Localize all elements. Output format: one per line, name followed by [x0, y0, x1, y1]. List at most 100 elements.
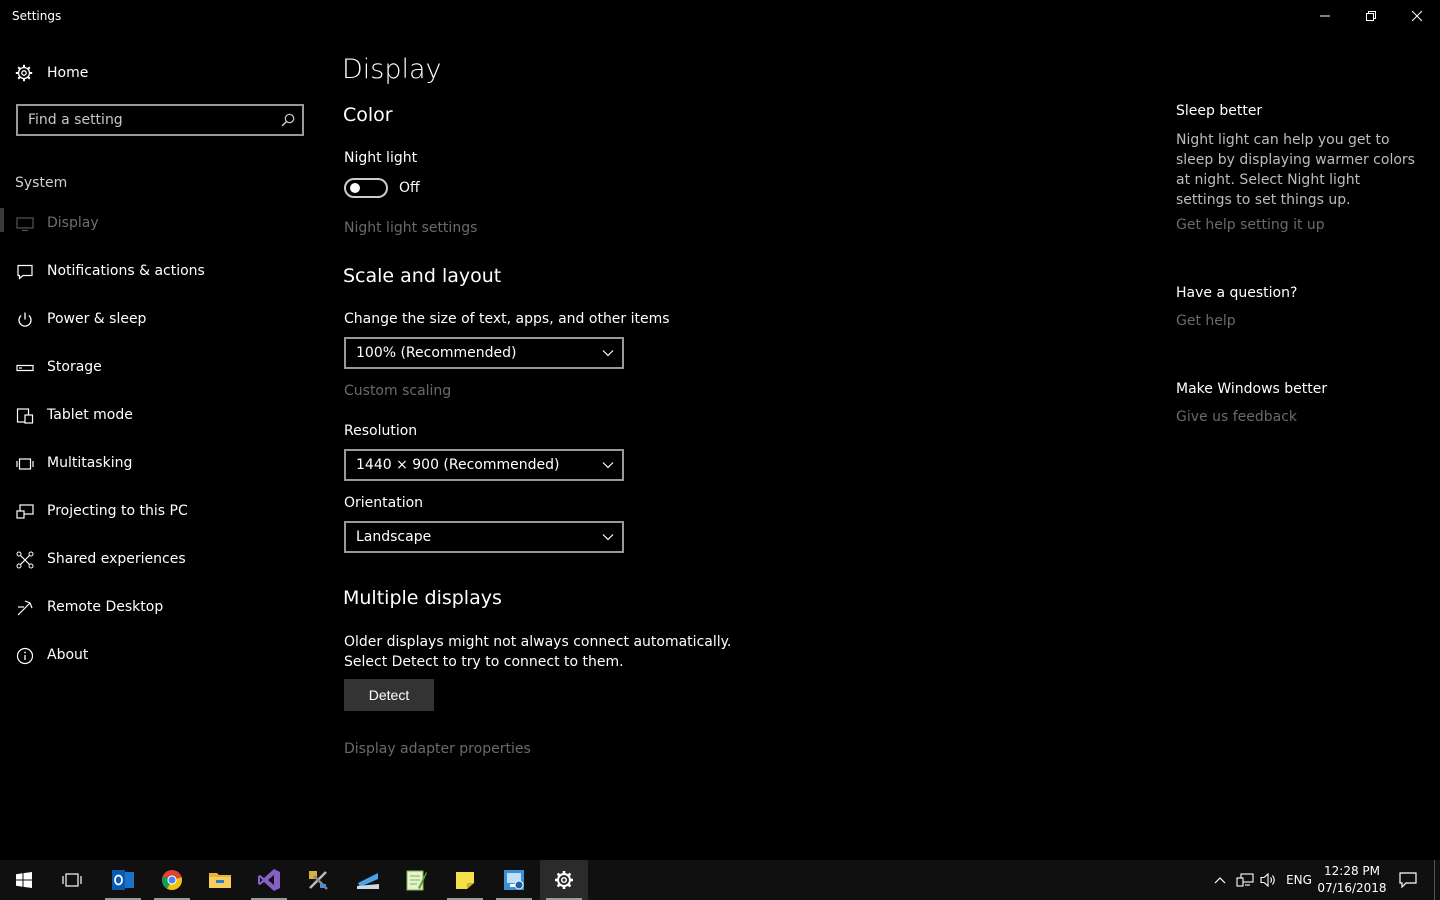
taskbar: ENG 12:28 PM 07/16/2018	[0, 860, 1440, 900]
task-view-button[interactable]	[48, 860, 96, 900]
give-feedback-link[interactable]: Give us feedback	[1176, 409, 1297, 425]
visual-studio-icon	[258, 869, 280, 891]
remote-icon	[17, 600, 33, 616]
network-icon	[1236, 873, 1254, 887]
sleep-better-text: Night light can help you get to sleep by…	[1176, 132, 1415, 208]
show-hidden-icons-button[interactable]	[1208, 860, 1232, 900]
section-label-system: System	[15, 175, 68, 191]
sticky-notes-icon	[456, 872, 474, 889]
deploy-taskbar-button[interactable]	[344, 860, 392, 900]
storage-icon	[16, 364, 34, 372]
language-tray-button[interactable]: ENG	[1283, 860, 1315, 900]
search-box[interactable]	[16, 104, 304, 136]
chevron-down-icon	[602, 534, 614, 541]
sidebar-item-label: Tablet mode	[47, 407, 133, 423]
home-label: Home	[47, 65, 89, 81]
sidebar-item-label: Power & sleep	[47, 311, 147, 327]
notepad-plus-icon	[406, 870, 427, 891]
sidebar-item-label: Multitasking	[47, 455, 133, 471]
sidebar-item-storage[interactable]: Storage	[0, 348, 320, 388]
main-content: Display Color Night light Off Night ligh…	[342, 32, 1142, 860]
window-title: Settings	[12, 9, 62, 23]
get-help-setting-link[interactable]: Get help setting it up	[1176, 217, 1325, 233]
clock[interactable]: 12:28 PM 07/16/2018	[1316, 863, 1388, 897]
chrome-taskbar-button[interactable]	[148, 860, 196, 900]
sticky-notes-taskbar-button[interactable]	[441, 860, 489, 900]
get-help-link[interactable]: Get help	[1176, 313, 1236, 329]
close-icon	[1411, 10, 1423, 22]
close-button[interactable]	[1394, 0, 1440, 32]
start-icon	[16, 872, 32, 888]
notepad-plus-taskbar-button[interactable]	[392, 860, 440, 900]
sidebar-item-projecting[interactable]: Projecting to this PC	[0, 492, 320, 532]
night-light-toggle[interactable]	[344, 178, 388, 198]
search-input[interactable]	[18, 106, 268, 134]
multiple-displays-description: Older displays might not always connect …	[344, 634, 732, 670]
sidebar-item-label: Remote Desktop	[47, 599, 164, 615]
display-adapter-link[interactable]: Display adapter properties	[344, 741, 531, 757]
chrome-icon	[161, 870, 182, 891]
home-link[interactable]: Home	[15, 62, 88, 84]
action-center-button[interactable]	[1394, 860, 1422, 900]
sidebar-item-display[interactable]: Display	[0, 204, 320, 244]
sidebar-item-power-sleep[interactable]: Power & sleep	[0, 300, 320, 340]
custom-scaling-link[interactable]: Custom scaling	[344, 383, 451, 399]
sidebar-item-label: Projecting to this PC	[47, 503, 188, 519]
network-app-icon	[504, 870, 524, 890]
show-desktop-button[interactable]	[1434, 860, 1440, 900]
file-explorer-taskbar-button[interactable]	[196, 860, 244, 900]
action-center-icon	[1399, 872, 1417, 888]
start-button[interactable]	[0, 860, 48, 900]
monitor-icon	[16, 217, 34, 232]
restore-button[interactable]	[1348, 0, 1394, 32]
tools-taskbar-button[interactable]	[294, 860, 342, 900]
chevron-down-icon	[602, 350, 614, 357]
share-icon	[16, 551, 34, 569]
multitask-icon	[16, 458, 34, 470]
orientation-dropdown[interactable]: Landscape	[344, 521, 624, 553]
minimize-icon	[1320, 15, 1330, 17]
message-icon	[17, 264, 33, 280]
orientation-value: Landscape	[356, 529, 432, 545]
outlook-taskbar-button[interactable]	[99, 860, 147, 900]
network-app-taskbar-button[interactable]	[490, 860, 538, 900]
night-light-settings-link[interactable]: Night light settings	[344, 220, 477, 236]
deploy-icon	[357, 873, 379, 889]
sidebar-item-multitasking[interactable]: Multitasking	[0, 444, 320, 484]
sidebar-item-shared-experiences[interactable]: Shared experiences	[0, 540, 320, 580]
resolution-dropdown[interactable]: 1440 × 900 (Recommended)	[344, 449, 624, 481]
scale-dropdown[interactable]: 100% (Recommended)	[344, 337, 624, 369]
feedback-heading: Make Windows better	[1176, 381, 1328, 397]
sidebar-item-label: Display	[47, 215, 99, 231]
toggle-state: Off	[399, 180, 420, 196]
color-heading: Color	[343, 104, 393, 126]
sidebar-item-remote-desktop[interactable]: Remote Desktop	[0, 588, 320, 628]
volume-icon	[1260, 872, 1275, 888]
sidebar-item-label: Shared experiences	[47, 551, 186, 567]
multiple-displays-heading: Multiple displays	[343, 587, 502, 609]
clock-date: 07/16/2018	[1317, 881, 1387, 895]
chevron-down-icon	[602, 462, 614, 469]
settings-taskbar-button[interactable]	[540, 860, 588, 900]
volume-tray-button[interactable]	[1257, 860, 1281, 900]
visual-studio-taskbar-button[interactable]	[245, 860, 293, 900]
resolution-value: 1440 × 900 (Recommended)	[356, 457, 560, 473]
sleep-better-heading: Sleep better	[1176, 103, 1263, 119]
detect-button[interactable]: Detect	[344, 679, 434, 711]
search-icon[interactable]	[281, 113, 295, 127]
clock-time: 12:28 PM	[1324, 864, 1380, 878]
minimize-button[interactable]	[1302, 0, 1348, 32]
sidebar-item-label: About	[47, 647, 89, 663]
sidebar-item-tablet-mode[interactable]: Tablet mode	[0, 396, 320, 436]
sidebar-item-about[interactable]: About	[0, 636, 320, 676]
sidebar-item-notifications[interactable]: Notifications & actions	[0, 252, 320, 292]
gear-icon	[15, 64, 33, 82]
network-tray-button[interactable]	[1233, 860, 1257, 900]
title-bar: Settings	[0, 0, 1440, 32]
info-icon	[16, 647, 34, 665]
sidebar-item-label: Storage	[47, 359, 102, 375]
orientation-label: Orientation	[344, 495, 424, 511]
chevron-up-icon	[1214, 877, 1226, 884]
toggle-knob	[350, 183, 360, 193]
page-title: Display	[342, 54, 442, 85]
